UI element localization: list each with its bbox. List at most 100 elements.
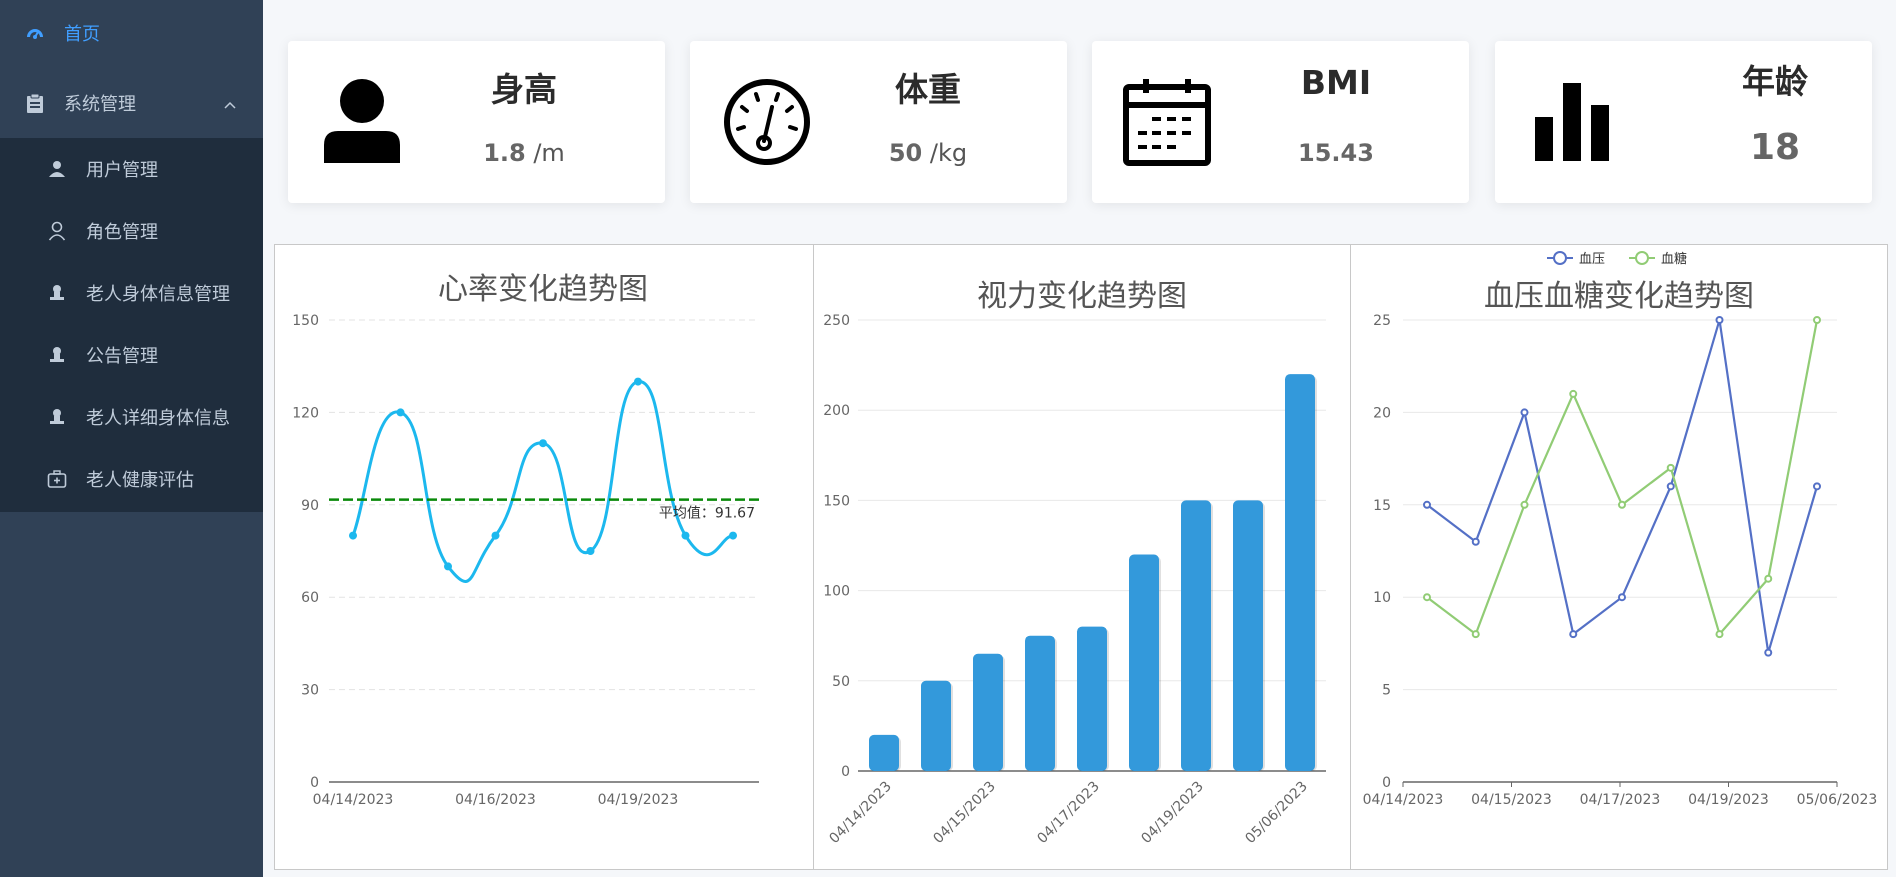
card-title: BMI — [1300, 63, 1372, 102]
stat-card-height: 身高 1.8 /m — [288, 41, 665, 203]
person-icon — [324, 79, 400, 163]
bar — [869, 734, 899, 771]
data-point — [1666, 482, 1675, 491]
bar — [973, 653, 1003, 771]
bar — [1285, 374, 1315, 771]
y-tick-label: 150 — [823, 493, 850, 509]
x-tick-label: 04/19/2023 — [1138, 779, 1206, 847]
bar — [1129, 554, 1159, 771]
chart-title: 心率变化趋势图 — [438, 272, 648, 307]
stat-card-age: 年龄 18 — [1495, 41, 1872, 203]
data-point — [349, 531, 357, 540]
heart-rate-chart: 心率变化趋势图 0 30 60 90 120 150 04/14/2023 04/16/2023… — [292, 272, 759, 808]
card-value: 18 — [1695, 127, 1855, 168]
x-tick-label: 04/14/2023 — [1363, 792, 1444, 808]
sidebar: 首页 系统管理 用户管理 角色管理 老人身体信息管理 公告管理 老人详细身体信息… — [0, 0, 263, 877]
x-tick-label: 04/14/2023 — [313, 792, 394, 808]
sidebar-item-label: 老人健康评估 — [86, 470, 194, 491]
data-point — [729, 531, 737, 540]
data-point — [1764, 574, 1773, 583]
data-point — [491, 531, 500, 540]
data-point — [1715, 630, 1724, 639]
bar — [921, 680, 951, 771]
sidebar-item-label: 角色管理 — [86, 222, 158, 243]
legend-label: 血压 — [1579, 252, 1605, 267]
bar — [1077, 626, 1107, 771]
card-value-number: 15.43 — [1298, 139, 1374, 167]
data-point — [1569, 630, 1578, 639]
x-tick-label: 05/06/2023 — [1242, 779, 1310, 847]
chevron-up-icon[interactable] — [223, 94, 237, 115]
card-value-number: 1.8 — [483, 139, 526, 167]
data-point — [681, 531, 690, 540]
stat-card-bmi: BMI 15.43 — [1092, 41, 1469, 203]
y-tick-label: 60 — [301, 590, 319, 606]
vision-chart-panel: 视力变化趋势图 0 50 100 150 200 250 04/14/2023 04/15/20… — [814, 245, 1351, 869]
y-tick-label: 0 — [841, 764, 850, 780]
data-point — [1569, 389, 1578, 398]
sidebar-item-elder-detail-info[interactable]: 老人详细身体信息 — [0, 386, 263, 448]
chart-title: 视力变化趋势图 — [977, 279, 1187, 314]
gauge-icon — [724, 79, 810, 165]
blood-pressure-sugar-chart: 血压 血糖血压血糖变化趋势图 0 5 10 15 20 25 04/14/2023 04/15/2… — [1363, 251, 1877, 808]
y-tick-label: 0 — [310, 775, 319, 791]
average-label: 平均值：91.67 — [659, 506, 755, 522]
y-tick-label: 30 — [301, 683, 319, 699]
y-tick-label: 25 — [1373, 313, 1391, 329]
data-point — [634, 377, 642, 386]
x-tick-label: 04/19/2023 — [1688, 792, 1769, 808]
x-tick-label: 04/15/2023 — [1471, 792, 1552, 808]
card-value-number: 50 — [888, 139, 923, 167]
y-tick-label: 5 — [1382, 683, 1391, 699]
card-title: 体重 — [895, 70, 961, 109]
user-outline-icon — [46, 220, 68, 242]
x-tick-label: 04/14/2023 — [826, 779, 894, 847]
card-value: 1.8 /m — [444, 139, 604, 167]
heart-rate-line — [351, 380, 734, 583]
y-tick-label: 10 — [1373, 590, 1391, 606]
card-value: 15.43 — [1256, 139, 1416, 167]
medical-kit-icon — [46, 468, 68, 490]
card-value-unit: /kg — [922, 139, 968, 167]
menu-item-home[interactable]: 首页 — [0, 2, 263, 64]
data-point — [1520, 500, 1529, 509]
data-point — [1471, 630, 1480, 639]
sidebar-item-notice-management[interactable]: 公告管理 — [0, 324, 263, 386]
bar — [1025, 635, 1055, 771]
y-tick-label: 90 — [301, 498, 319, 514]
y-tick-label: 50 — [832, 674, 850, 690]
data-point — [1520, 408, 1529, 417]
data-point — [1666, 463, 1675, 472]
menu-item-system[interactable]: 系统管理 — [0, 72, 263, 134]
sidebar-item-health-assessment[interactable]: 老人健康评估 — [0, 448, 263, 510]
legend-label: 血糖 — [1661, 251, 1687, 267]
x-tick-label: 04/17/2023 — [1580, 792, 1661, 808]
data-point — [1715, 316, 1724, 324]
data-point — [396, 408, 405, 417]
card-title: 年龄 — [1742, 62, 1808, 101]
y-tick-label: 250 — [823, 313, 850, 329]
y-tick-label: 200 — [823, 403, 850, 419]
data-point — [1618, 593, 1626, 602]
x-tick-label: 04/16/2023 — [455, 792, 536, 808]
stat-card-weight: 体重 50 /kg — [690, 41, 1067, 203]
chart-title: 血压血糖变化趋势图 — [1484, 279, 1754, 314]
bar — [1233, 500, 1263, 771]
user-icon — [46, 158, 68, 180]
sidebar-item-role-management[interactable]: 角色管理 — [0, 200, 263, 262]
y-tick-label: 120 — [292, 405, 319, 421]
heart-rate-chart-panel: 心率变化趋势图 0 30 60 90 120 150 04/14/2023 04/16/2023… — [275, 245, 814, 869]
menu-item-system-label: 系统管理 — [64, 94, 136, 115]
card-title: 身高 — [491, 70, 557, 109]
sidebar-item-elder-body-info[interactable]: 老人身体信息管理 — [0, 262, 263, 324]
stamp-icon — [46, 282, 68, 304]
y-tick-label: 0 — [1382, 775, 1391, 791]
data-point — [1423, 593, 1431, 602]
sidebar-item-label: 老人详细身体信息 — [86, 408, 230, 429]
legend-marker — [1635, 251, 1649, 265]
sidebar-item-user-management[interactable]: 用户管理 — [0, 138, 263, 200]
card-value-number: 18 — [1749, 127, 1801, 168]
series-line — [1426, 319, 1819, 653]
data-point — [1813, 316, 1821, 324]
data-point — [444, 562, 452, 571]
